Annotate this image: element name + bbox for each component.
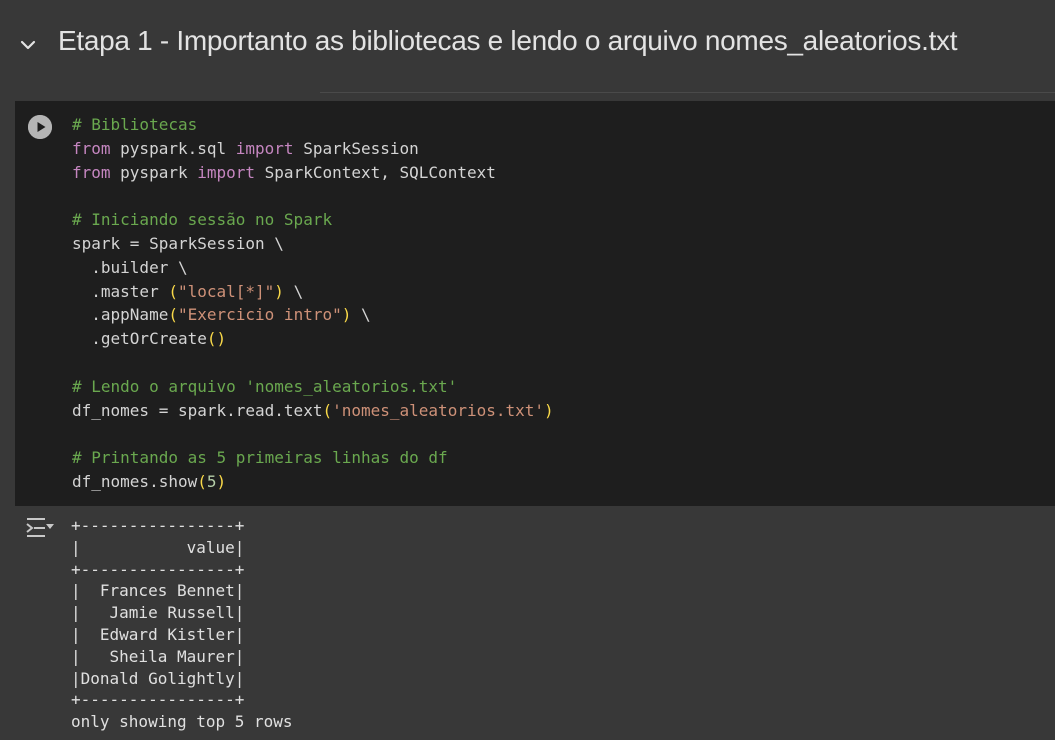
- notebook-page: Etapa 1 - Importanto as bibliotecas e le…: [0, 0, 1055, 740]
- code-line: df_nomes.show(5): [72, 470, 554, 494]
- code-token-plain: \: [351, 305, 371, 325]
- code-token-plain: .master: [72, 281, 169, 301]
- code-token-plain: SparkContext, SQLContext: [255, 162, 496, 182]
- code-token-paren: (: [168, 281, 178, 301]
- output-area: +----------------+ | value| +-------------…: [15, 506, 1055, 740]
- code-token-comment: # Printando as 5 primeiras linhas do df: [72, 448, 448, 468]
- code-token-number: 5: [206, 471, 217, 491]
- code-token-paren: ): [274, 281, 284, 301]
- code-token-string: 'nomes_aleatorios.txt': [332, 400, 545, 420]
- code-token-keyword: import: [197, 162, 256, 182]
- code-token-paren: (: [168, 305, 178, 325]
- code-line: # Printando as 5 primeiras linhas do df: [72, 446, 554, 470]
- output-line: |Donald Golightly|: [71, 668, 245, 688]
- code-line: .builder \: [72, 256, 554, 280]
- code-line: df_nomes = spark.read.text('nomes_aleato…: [72, 399, 554, 423]
- run-cell-button[interactable]: [28, 115, 52, 139]
- code-token-plain: .builder \: [72, 257, 188, 277]
- code-token-paren: ): [216, 471, 227, 491]
- code-token-keyword: import: [235, 138, 294, 158]
- code-token-paren: (: [197, 471, 207, 491]
- code-token-keyword: from: [72, 138, 111, 158]
- code-token-plain: spark = SparkSession \: [72, 233, 284, 253]
- code-token-plain: pyspark: [110, 162, 198, 182]
- output-line: +----------------+: [71, 690, 245, 710]
- code-line: .appName("Exercicio intro") \: [72, 303, 554, 327]
- code-token-paren: (): [206, 329, 227, 349]
- section-header: Etapa 1 - Importanto as bibliotecas e le…: [0, 0, 1055, 93]
- chevron-down-icon[interactable]: [17, 34, 39, 56]
- play-circle-icon: [28, 115, 52, 139]
- code-line: from pyspark import SparkContext, SQLCon…: [72, 161, 554, 185]
- code-line: # Iniciando sessão no Spark: [72, 208, 554, 232]
- header-divider: [320, 92, 1055, 93]
- code-token-plain: .appName: [72, 305, 169, 325]
- code-line: # Bibliotecas: [72, 113, 554, 137]
- output-line: +----------------+: [71, 559, 245, 579]
- code-token-paren: ): [341, 305, 352, 325]
- code-token-comment: # Bibliotecas: [72, 115, 198, 134]
- code-token-plain: SparkSession: [293, 138, 419, 158]
- code-token-plain: \: [283, 281, 304, 301]
- output-line: | value|: [71, 537, 245, 557]
- code-token-string: "Exercicio intro": [177, 305, 342, 325]
- section-title: Etapa 1 - Importanto as bibliotecas e le…: [58, 25, 958, 56]
- cell-output: +----------------+ | value| +-------------…: [71, 515, 293, 733]
- code-token-plain: df_nomes.show: [72, 471, 198, 491]
- code-cell[interactable]: # Bibliotecas from pyspark.sql import Spa…: [15, 101, 1055, 506]
- code-token-comment: # Lendo o arquivo 'nomes_aleatorios.txt': [72, 376, 458, 396]
- output-line: | Frances Bennet|: [71, 581, 245, 601]
- code-token-plain: pyspark.sql: [110, 138, 236, 158]
- code-token-plain: df_nomes = spark.read.text: [72, 400, 323, 420]
- code-token-paren: (: [322, 400, 333, 420]
- code-line: spark = SparkSession \: [72, 232, 554, 256]
- output-line: | Edward Kistler|: [71, 624, 245, 644]
- code-token-keyword: from: [72, 162, 111, 182]
- output-line: only showing top 5 rows: [71, 712, 293, 732]
- code-line: .getOrCreate(): [72, 327, 554, 351]
- output-line: | Sheila Maurer|: [71, 646, 245, 666]
- code-token-string: "local[*]": [177, 281, 275, 301]
- code-token-plain: .getOrCreate: [72, 329, 207, 349]
- code-token-comment: # Iniciando sessão no Spark: [72, 210, 333, 230]
- code-line: .master ("local[*]") \: [72, 280, 554, 304]
- output-line: | Jamie Russell|: [71, 603, 245, 623]
- output-line: +----------------+: [71, 516, 245, 535]
- output-expand-icon[interactable]: [25, 515, 55, 539]
- code-line: # Lendo o arquivo 'nomes_aleatorios.txt': [72, 375, 554, 399]
- code-line: from pyspark.sql import SparkSession: [72, 137, 554, 161]
- code-editor[interactable]: # Bibliotecas from pyspark.sql import Spa…: [72, 113, 554, 494]
- code-token-paren: ): [544, 400, 554, 420]
